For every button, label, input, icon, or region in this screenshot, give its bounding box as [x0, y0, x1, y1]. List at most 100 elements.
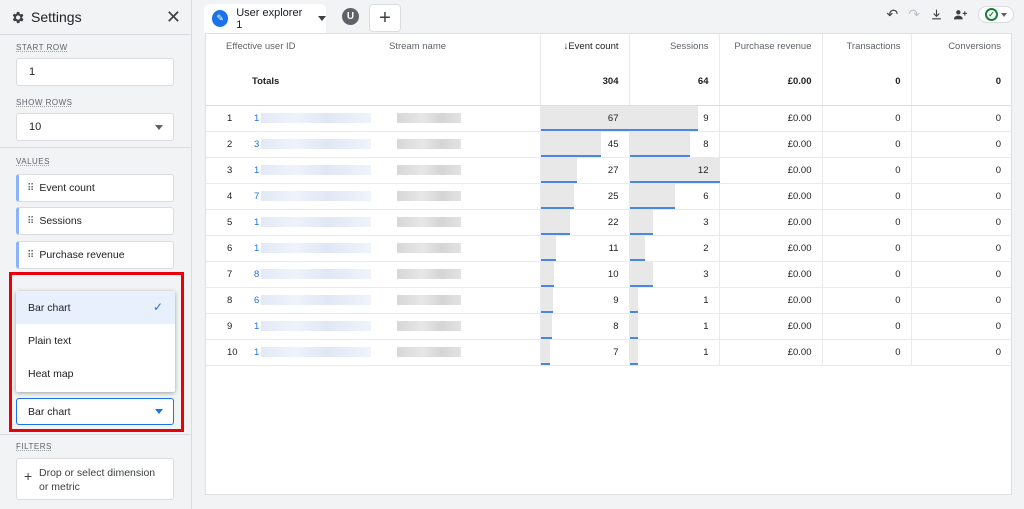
report-table-card: Effective user ID Stream name ↓Event cou…: [205, 33, 1012, 495]
redacted-stream-name: [397, 242, 461, 253]
display-type-select[interactable]: Bar chart: [16, 398, 174, 425]
table-row[interactable]: 7 8 10 3 £0.00 0 0: [206, 261, 1011, 288]
stream-name-cell: [387, 105, 541, 132]
redacted-stream-name: [397, 294, 461, 305]
sessions-value: 12: [697, 164, 709, 176]
download-icon[interactable]: [930, 8, 943, 21]
conversions-cell: 0: [911, 261, 1011, 288]
row-index: 7: [206, 261, 250, 288]
undo-icon[interactable]: ↶: [887, 6, 899, 23]
event-count-cell: 25: [540, 183, 630, 210]
conversions-cell: 0: [911, 339, 1011, 366]
table-row[interactable]: 6 1 11 2 £0.00 0 0: [206, 235, 1011, 262]
table-row[interactable]: 1 1 67 9 £0.00 0 0: [206, 105, 1011, 132]
table-row[interactable]: 2 3 45 8 £0.00 0 0: [206, 131, 1011, 158]
row-index: 2: [206, 131, 250, 158]
redacted-user-id: [261, 294, 372, 305]
value-chip-sessions[interactable]: ⠿ Sessions: [16, 207, 174, 235]
sessions-value: 3: [703, 268, 709, 280]
event-count-cell: 10: [540, 261, 630, 288]
column-header-user-id[interactable]: Effective user ID: [206, 34, 387, 58]
event-count-value: 67: [607, 112, 619, 124]
user-id-link[interactable]: 8: [250, 261, 387, 288]
user-id-link[interactable]: 1: [250, 157, 387, 184]
user-id-link[interactable]: 1: [250, 235, 387, 262]
redacted-stream-name: [397, 320, 461, 331]
value-chip-purchase-revenue[interactable]: ⠿ Purchase revenue: [16, 241, 174, 269]
sessions-value: 1: [703, 294, 709, 306]
transactions-cell: 0: [822, 209, 912, 236]
table-row[interactable]: 5 1 22 3 £0.00 0 0: [206, 209, 1011, 236]
drag-handle-icon[interactable]: ⠿: [27, 216, 34, 227]
table-row[interactable]: 10 1 7 1 £0.00 0 0: [206, 339, 1011, 366]
user-id-link[interactable]: 3: [250, 131, 387, 158]
tab-user-explorer[interactable]: ✎ User explorer 1: [204, 4, 326, 33]
toolbar: ↶ ↷ ✓: [887, 6, 1014, 23]
column-header-purchase-revenue[interactable]: Purchase revenue: [719, 34, 823, 58]
event-count-cell: 22: [540, 209, 630, 236]
redacted-stream-name: [397, 164, 461, 175]
divider: [0, 434, 191, 435]
show-rows-select[interactable]: 10: [16, 113, 174, 141]
conversions-cell: 0: [911, 105, 1011, 132]
table-row[interactable]: 3 1 27 12 £0.00 0 0: [206, 157, 1011, 184]
redacted-user-id: [261, 216, 372, 227]
column-header-event-count[interactable]: ↓Event count: [540, 34, 630, 58]
drag-handle-icon[interactable]: ⠿: [27, 183, 34, 194]
sessions-cell: 3: [629, 261, 720, 288]
column-header-conversions[interactable]: Conversions: [911, 34, 1011, 58]
start-row-value: 1: [29, 66, 36, 78]
tab-bar: ✎ User explorer 1 U + ↶ ↷ ✓: [192, 0, 1024, 33]
user-id-link[interactable]: 1: [250, 339, 387, 366]
divider: [0, 34, 191, 35]
column-header-stream-name[interactable]: Stream name: [387, 34, 541, 58]
purchase-revenue-cell: £0.00: [719, 157, 823, 184]
stream-name-cell: [387, 183, 541, 210]
start-row-input[interactable]: 1: [16, 58, 174, 86]
menu-item-heat-map[interactable]: Heat map: [16, 357, 175, 390]
menu-item-plain-text[interactable]: Plain text: [16, 324, 175, 357]
edit-icon: ✎: [212, 10, 229, 27]
transactions-cell: 0: [822, 261, 912, 288]
row-index: 9: [206, 313, 250, 340]
display-type-value: Bar chart: [28, 405, 71, 418]
table-row[interactable]: 8 6 9 1 £0.00 0 0: [206, 287, 1011, 314]
totals-conversions: 0: [911, 58, 1011, 106]
stream-name-cell: [387, 157, 541, 184]
user-id-link[interactable]: 7: [250, 183, 387, 210]
user-id-link[interactable]: 1: [250, 209, 387, 236]
redacted-user-id: [261, 346, 372, 357]
table-row[interactable]: 9 1 8 1 £0.00 0 0: [206, 313, 1011, 340]
share-user-icon[interactable]: [953, 8, 968, 21]
user-id-link[interactable]: 1: [250, 105, 387, 132]
redacted-user-id: [261, 320, 372, 331]
redacted-stream-name: [397, 190, 461, 201]
user-id-prefix: 1: [254, 320, 260, 332]
close-icon[interactable]: ✕: [166, 8, 181, 26]
status-check-button[interactable]: ✓: [978, 6, 1014, 23]
drag-handle-icon[interactable]: ⠿: [27, 250, 34, 261]
event-count-cell: 11: [540, 235, 630, 262]
menu-item-bar-chart[interactable]: Bar chart ✓: [16, 291, 175, 324]
user-id-link[interactable]: 6: [250, 287, 387, 314]
event-count-cell: 27: [540, 157, 630, 184]
column-header-sessions[interactable]: Sessions: [629, 34, 720, 58]
user-id-link[interactable]: 1: [250, 313, 387, 340]
filter-drop-zone[interactable]: + Drop or select dimension or metric: [16, 458, 174, 500]
table-row[interactable]: 4 7 25 6 £0.00 0 0: [206, 183, 1011, 210]
report-table: Effective user ID Stream name ↓Event cou…: [206, 34, 1011, 366]
avatar[interactable]: U: [342, 8, 359, 25]
redo-icon[interactable]: ↷: [908, 6, 920, 23]
sessions-value: 1: [703, 346, 709, 358]
transactions-cell: 0: [822, 131, 912, 158]
value-chip-event-count[interactable]: ⠿ Event count: [16, 174, 174, 202]
row-index: 1: [206, 105, 250, 132]
display-type-menu: Bar chart ✓ Plain text Heat map: [16, 291, 175, 392]
event-count-value: 45: [607, 138, 619, 150]
column-header-transactions[interactable]: Transactions: [822, 34, 912, 58]
redacted-user-id: [261, 242, 372, 253]
conversions-cell: 0: [911, 183, 1011, 210]
chevron-down-icon[interactable]: [318, 16, 326, 21]
add-tab-button[interactable]: +: [369, 4, 401, 32]
redacted-stream-name: [397, 346, 461, 357]
